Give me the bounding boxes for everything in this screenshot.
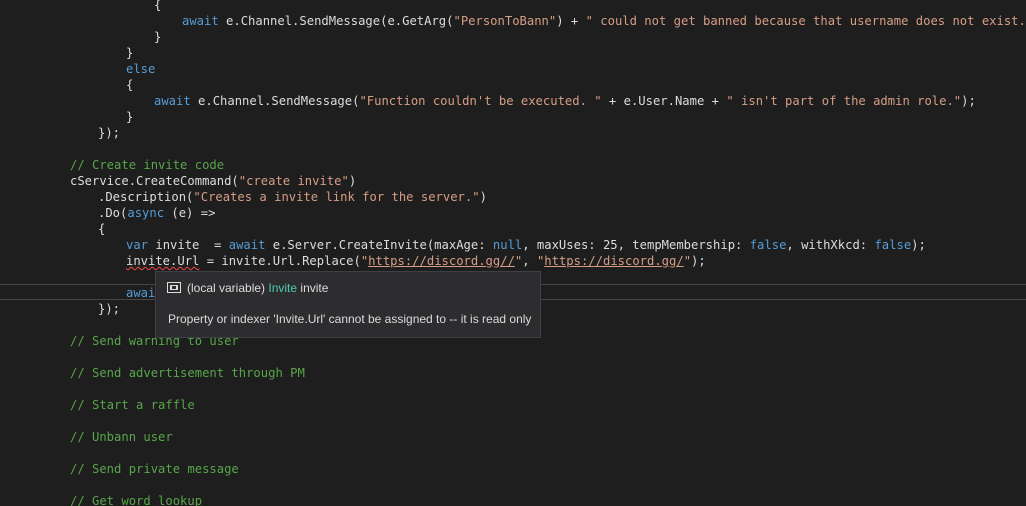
error-squiggle[interactable]: invite.Url — [126, 254, 199, 268]
code-line: awai — [126, 286, 156, 300]
code-line: await e.Channel.SendMessage(e.GetArg("Pe… — [182, 14, 1026, 28]
code-line: await e.Channel.SendMessage("Function co… — [154, 94, 976, 108]
code-line: { — [154, 0, 162, 12]
code-line: { — [98, 222, 106, 236]
code-comment: // Create invite code — [70, 158, 225, 172]
code-line: } — [126, 46, 134, 60]
code-line: .Description("Creates a invite link for … — [98, 190, 487, 204]
url-link[interactable]: https://discord.gg// — [368, 254, 515, 268]
tooltip-error-message: Property or indexer 'Invite.Url' cannot … — [168, 312, 532, 326]
tooltip-signature: (local variable) Invite invite — [167, 280, 328, 296]
code-comment: // Send advertisement through PM — [70, 366, 305, 380]
local-variable-icon — [167, 281, 181, 293]
code-line: .Do(async (e) => — [98, 206, 216, 220]
code-line: }); — [98, 126, 121, 140]
code-line: cService.CreateCommand("create invite") — [70, 174, 357, 188]
tooltip-type: Invite — [268, 281, 298, 295]
url-link[interactable]: https://discord.gg/ — [544, 254, 683, 268]
code-line: }); — [98, 302, 121, 316]
code-line: var invite = await e.Server.CreateInvite… — [126, 238, 926, 252]
code-editor[interactable]: { await e.Channel.SendMessage(e.GetArg("… — [0, 0, 1026, 506]
code-comment: // Get word lookup — [70, 494, 203, 506]
code-line: } — [126, 110, 134, 124]
code-comment: // Unbann user — [70, 430, 173, 444]
quickinfo-tooltip: (local variable) Invite invite Property … — [155, 271, 541, 338]
code-line: else — [126, 62, 156, 76]
code-line: } — [154, 30, 162, 44]
code-comment: // Send private message — [70, 462, 239, 476]
code-line: { — [126, 78, 134, 92]
code-line: invite.Url = invite.Url.Replace("https:/… — [126, 254, 706, 268]
code-comment: // Start a raffle — [70, 398, 195, 412]
